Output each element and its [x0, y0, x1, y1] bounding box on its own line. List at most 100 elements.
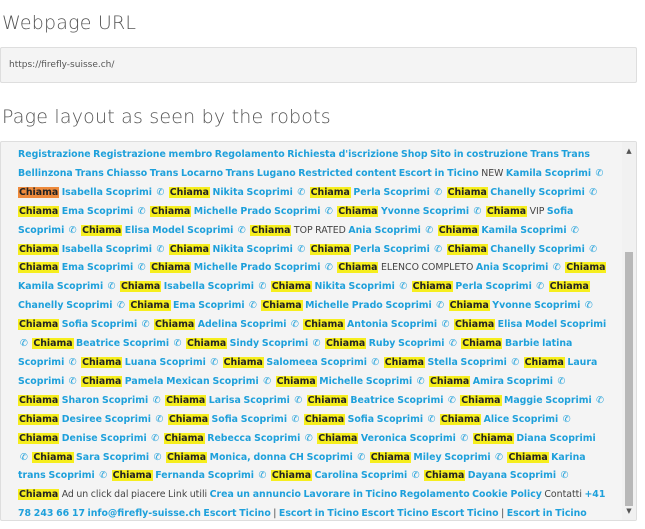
layout-link[interactable]: Lavorare in Ticino	[303, 489, 397, 500]
layout-link[interactable]: Chanelly Scoprimi	[490, 244, 585, 255]
layout-link[interactable]: Ruby Scoprimi	[369, 338, 445, 349]
layout-link[interactable]: Adelina Scoprimi	[198, 319, 287, 330]
layout-link[interactable]: Kamila Scoprimi	[481, 225, 566, 236]
layout-link[interactable]: Antonia Scoprimi	[347, 319, 437, 330]
layout-link[interactable]: Registrazione membro	[93, 149, 212, 160]
layout-link[interactable]: Escort Ticino	[203, 508, 270, 519]
layout-link[interactable]: Pamela Mexican Scoprimi	[125, 376, 259, 387]
layout-link[interactable]: Nikita Scoprimi	[212, 244, 292, 255]
layout-link[interactable]: Trans Locarno	[150, 168, 223, 179]
layout-link[interactable]: Ania Scoprimi	[348, 225, 421, 236]
layout-link[interactable]: Sara Scoprimi	[76, 452, 149, 463]
layout-link[interactable]: Perla Scoprimi	[455, 281, 531, 292]
page-layout-panel[interactable]: Registrazione Registrazione membro Regol…	[0, 141, 637, 521]
layout-link[interactable]: Regolamento	[215, 149, 285, 160]
layout-link[interactable]: Sharon Scoprimi	[62, 395, 149, 406]
layout-link[interactable]: Sito in costruzione	[430, 149, 528, 160]
search-highlight: Chiama	[18, 489, 60, 501]
layout-link[interactable]: Registrazione	[18, 149, 91, 160]
layout-link[interactable]: Ania Scoprimi	[476, 262, 549, 273]
layout-link[interactable]: Denise Scoprimi	[62, 433, 147, 444]
layout-link[interactable]: Carolina Scoprimi	[315, 470, 408, 481]
layout-link[interactable]: Maggie Scoprimi	[504, 395, 592, 406]
scrollbar-thumb[interactable]	[625, 252, 633, 506]
layout-link[interactable]: Escort Ticino	[431, 508, 498, 519]
phone-icon: ✆	[137, 205, 146, 217]
layout-link[interactable]: Perla Scoprimi	[353, 187, 429, 198]
layout-link[interactable]: Chanelly Scoprimi	[18, 300, 113, 311]
search-highlight: Chiama	[472, 432, 514, 444]
layout-link[interactable]: Perla Scoprimi	[353, 244, 429, 255]
layout-link[interactable]: Kamila Scoprimi	[18, 281, 103, 292]
search-highlight: Chiama	[165, 451, 208, 463]
phone-icon: ✆	[434, 186, 443, 198]
layout-link[interactable]: Michelle Prado Scoprimi	[305, 300, 432, 311]
layout-link[interactable]: Ema Scoprimi	[62, 262, 134, 273]
phone-icon: ✆	[589, 243, 598, 255]
layout-link[interactable]: Amira Scoprimi	[473, 376, 553, 387]
layout-link[interactable]: Nikita Scoprimi	[212, 187, 292, 198]
search-highlight: Chiama	[460, 394, 502, 406]
layout-link[interactable]: Richiesta d'iscrizione	[287, 149, 398, 160]
layout-link[interactable]: Sofia Scoprimi	[62, 319, 138, 330]
layout-link[interactable]: info@firefly-suisse.ch	[87, 508, 200, 519]
layout-link[interactable]: Isabella Scoprimi	[62, 244, 152, 255]
layout-link[interactable]: Beatrice Scoprimi	[76, 338, 169, 349]
layout-link[interactable]: Fernanda Scoprimi	[155, 470, 254, 481]
layout-link[interactable]: Isabella Scoprimi	[62, 187, 152, 198]
layout-link[interactable]: Beatrice Scoprimi	[350, 395, 443, 406]
layout-link[interactable]: Sofia Scoprimi	[348, 414, 424, 425]
phone-icon: ✆	[595, 167, 604, 179]
layout-link[interactable]: Escort in Ticino	[399, 168, 479, 179]
layout-link[interactable]: Luana Scoprimi	[125, 357, 206, 368]
layout-link[interactable]: Michelle Scoprimi	[319, 376, 412, 387]
phone-icon: ✆	[557, 375, 566, 387]
layout-link[interactable]: Isabella Scoprimi	[164, 281, 254, 292]
search-highlight: Chiama	[150, 205, 192, 217]
layout-link[interactable]: Trans Lugano	[226, 168, 296, 179]
search-highlight: Chiama	[461, 338, 503, 350]
webpage-url-field[interactable]: https://firefly-suisse.ch/	[0, 47, 637, 83]
layout-link[interactable]: Shop	[401, 149, 428, 160]
layout-link[interactable]: Elisa Model Scoprimi	[125, 225, 234, 236]
layout-link[interactable]: Diana Scoprimi	[516, 433, 595, 444]
layout-link[interactable]: Stella Scoprimi	[427, 357, 506, 368]
layout-link[interactable]: Dayana Scoprimi	[468, 470, 556, 481]
layout-link[interactable]: Miley Scoprimi	[413, 452, 490, 463]
layout-link[interactable]: Nikita Scoprimi	[314, 281, 394, 292]
layout-link[interactable]: Michelle Prado Scoprimi	[194, 262, 321, 273]
layout-link[interactable]: Michelle Prado Scoprimi	[194, 206, 321, 217]
search-highlight: Chiama	[81, 224, 123, 236]
layout-link[interactable]: Crea un annuncio	[210, 489, 301, 500]
layout-link[interactable]: Chanelly Scoprimi	[490, 187, 585, 198]
search-highlight: Chiama	[32, 338, 74, 350]
layout-link[interactable]: Veronica Scoprimi	[361, 433, 456, 444]
layout-link[interactable]: Salomeea Scoprimi	[266, 357, 367, 368]
layout-link[interactable]: Sofia Scoprimi	[212, 414, 288, 425]
layout-link[interactable]: Yvonne Scoprimi	[381, 206, 469, 217]
layout-link[interactable]: Escort Ticino	[361, 508, 428, 519]
layout-link[interactable]: Escort in Ticino	[279, 508, 359, 519]
layout-link[interactable]: Alice Scoprimi	[484, 414, 559, 425]
layout-link[interactable]: Cookie Policy	[472, 489, 542, 500]
search-highlight: Chiama	[325, 338, 367, 350]
scroll-up-arrow-icon[interactable]: ▲	[622, 144, 636, 158]
layout-link[interactable]: Kamila Scoprimi	[506, 168, 591, 179]
layout-link[interactable]: Trans Chiasso	[75, 168, 147, 179]
layout-link[interactable]: Desiree Scoprimi	[62, 414, 151, 425]
layout-link[interactable]: Larisa Scoprimi	[209, 395, 290, 406]
layout-link[interactable]: Trans	[530, 149, 559, 160]
layout-link[interactable]: Ema Scoprimi	[173, 300, 245, 311]
vertical-scrollbar[interactable]: ▲ ▼	[622, 142, 636, 520]
layout-link[interactable]: Yvonne Scoprimi	[492, 300, 580, 311]
layout-link[interactable]: Rebecca Scoprimi	[207, 433, 300, 444]
layout-link[interactable]: Escort in Ticino	[507, 508, 587, 519]
scroll-down-arrow-icon[interactable]: ▼	[622, 504, 636, 518]
layout-link[interactable]: Elisa Model Scoprimi	[498, 319, 607, 330]
layout-link[interactable]: Monica, donna CH Scoprimi	[210, 452, 353, 463]
layout-link[interactable]: Sindy Scoprimi	[230, 338, 309, 349]
layout-link[interactable]: Regolamento	[400, 489, 470, 500]
phone-icon: ✆	[511, 356, 520, 368]
layout-link[interactable]: Ema Scoprimi	[62, 206, 134, 217]
layout-link[interactable]: Restricted content	[298, 168, 396, 179]
